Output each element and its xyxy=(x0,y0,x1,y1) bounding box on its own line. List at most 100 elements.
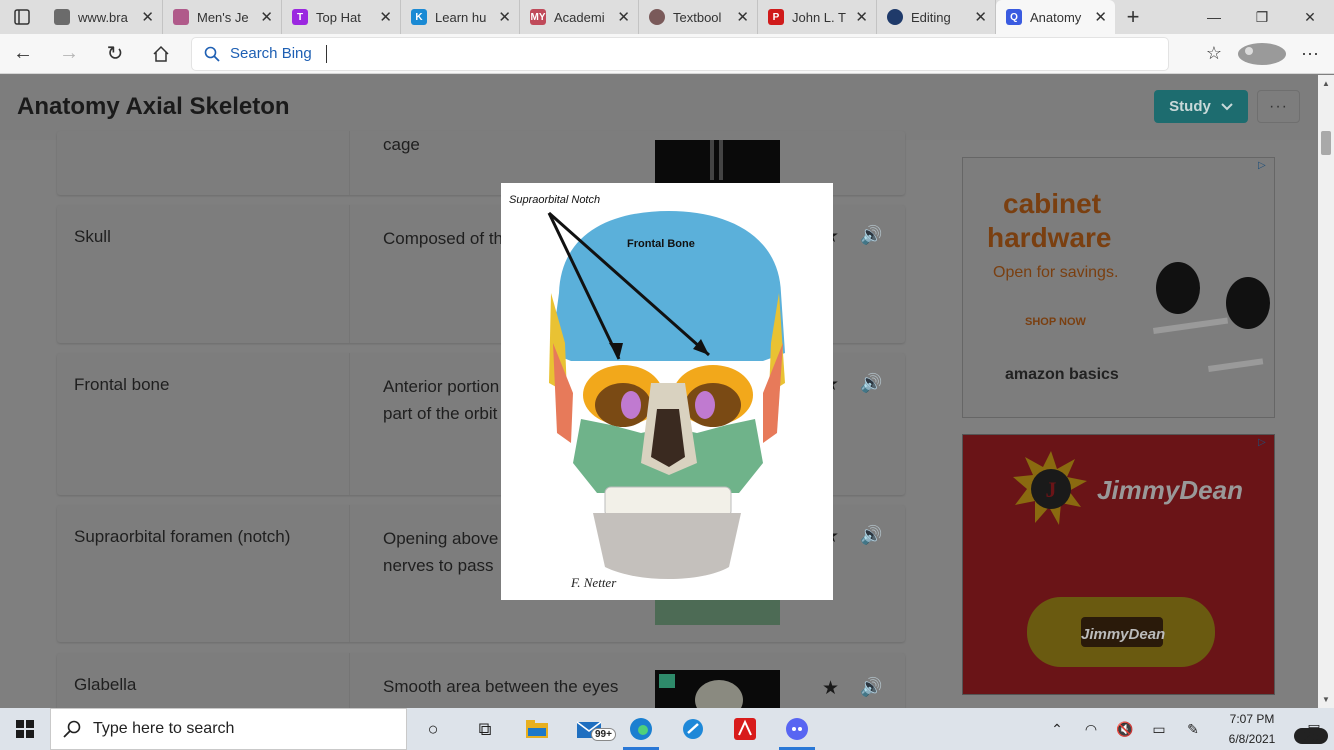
close-window-icon[interactable]: ✕ xyxy=(1286,0,1334,34)
ad-cta[interactable]: SHOP NOW xyxy=(1025,316,1086,328)
enlarged-image-modal[interactable]: Supraorbital Notch Frontal Bone F. Nette… xyxy=(501,183,833,600)
profile-button[interactable] xyxy=(1238,42,1286,65)
search-icon xyxy=(204,46,220,62)
product-label: JimmyDean xyxy=(1081,626,1166,643)
tab-1[interactable]: Men's Je ✕ xyxy=(163,0,282,34)
settings-more-icon[interactable]: ··· xyxy=(1286,43,1334,64)
editing-icon xyxy=(887,9,903,25)
notification-count: 25 xyxy=(1294,728,1328,744)
avatar xyxy=(1238,42,1286,65)
tab-4[interactable]: MY Academi ✕ xyxy=(520,0,639,34)
home-icon xyxy=(153,45,169,62)
card-divider xyxy=(349,205,350,343)
term-image[interactable] xyxy=(655,670,780,708)
close-icon[interactable]: ✕ xyxy=(498,8,511,26)
taskbar-search-input[interactable]: Type here to search xyxy=(50,708,407,750)
skull-anatomy-image: Supraorbital Notch Frontal Bone F. Nette… xyxy=(509,194,785,590)
tab-actions-button[interactable] xyxy=(0,0,44,34)
tab-strip: www.bra ✕ Men's Je ✕ T Top Hat ✕ K Learn… xyxy=(0,0,1334,34)
new-tab-button[interactable]: + xyxy=(1115,0,1151,34)
system-tray: ⌃ ◠ 🔇 ▭ ✎ 7:07 PM 6/8/2021 ▤ 25 xyxy=(1040,708,1334,750)
home-button[interactable] xyxy=(138,34,184,74)
page-scrollbar[interactable]: ▲ ▼ xyxy=(1318,75,1334,708)
app-button[interactable] xyxy=(667,708,719,750)
browser-toolbar-right: ☆ ··· xyxy=(1190,42,1334,65)
more-options-button[interactable]: ··· xyxy=(1257,90,1300,123)
term-definition: cage xyxy=(383,135,420,154)
close-icon[interactable]: ✕ xyxy=(260,8,273,26)
tab-7[interactable]: Editing ✕ xyxy=(877,0,996,34)
close-icon[interactable]: ✕ xyxy=(617,8,630,26)
close-icon[interactable]: ✕ xyxy=(974,8,987,26)
close-icon[interactable]: ✕ xyxy=(855,8,868,26)
clock[interactable]: 7:07 PM 6/8/2021 xyxy=(1210,709,1294,749)
tab-title: Men's Je xyxy=(197,9,249,25)
tab-5[interactable]: Textbool ✕ xyxy=(639,0,758,34)
refresh-button[interactable]: ↻ xyxy=(92,34,138,74)
mail-button[interactable]: 99+ xyxy=(563,708,616,750)
tab-6[interactable]: P John L. T ✕ xyxy=(758,0,877,34)
term-name: Frontal bone xyxy=(74,375,170,394)
audio-icon[interactable]: 🔊 xyxy=(860,677,882,698)
task-view-icon: ⧉ xyxy=(478,718,492,739)
term-name: Skull xyxy=(74,227,111,246)
tab-8[interactable]: Q Anatomy ✕ xyxy=(996,0,1115,34)
pen-icon[interactable]: ✎ xyxy=(1176,721,1210,738)
windows-taskbar: Type here to search ○ ⧉ 99+ ⌃ ◠ 🔇 ▭ ✎ 7:… xyxy=(0,708,1334,750)
tab-0[interactable]: www.bra ✕ xyxy=(44,0,163,34)
favorites-icon[interactable]: ☆ xyxy=(1190,43,1238,64)
chevron-up-icon[interactable]: ⌃ xyxy=(1040,721,1074,738)
study-label: Study xyxy=(1169,98,1211,115)
star-icon[interactable]: ★ xyxy=(822,677,839,700)
tab-title: Textbool xyxy=(673,9,722,25)
adchoices-icon[interactable]: ▷ xyxy=(1258,437,1270,449)
svg-text:J: J xyxy=(1046,477,1057,502)
ad-cabinet-hardware[interactable]: ▷ cabinet hardware Open for savings. SHO… xyxy=(962,157,1275,418)
battery-icon[interactable]: ▭ xyxy=(1142,721,1176,738)
blue-app-icon xyxy=(683,719,703,739)
chevron-down-icon xyxy=(1221,102,1233,110)
scroll-up-icon[interactable]: ▲ xyxy=(1322,79,1330,88)
minimize-icon[interactable]: — xyxy=(1190,0,1238,34)
study-button[interactable]: Study xyxy=(1154,90,1248,123)
ad-jimmy-dean[interactable]: ▷ J JimmyDean JimmyDean xyxy=(962,434,1275,695)
audio-icon[interactable]: 🔊 xyxy=(860,525,882,546)
start-button[interactable] xyxy=(0,708,50,750)
volume-muted-icon[interactable]: 🔇 xyxy=(1108,721,1142,738)
card-divider xyxy=(349,353,350,495)
tab-3[interactable]: K Learn hu ✕ xyxy=(401,0,520,34)
discord-button[interactable] xyxy=(771,708,823,750)
tab-title: www.bra xyxy=(78,9,128,25)
audio-icon[interactable]: 🔊 xyxy=(860,373,882,394)
action-center-button[interactable]: ▤ 25 xyxy=(1294,708,1334,750)
audio-icon[interactable]: 🔊 xyxy=(860,225,882,246)
scroll-down-icon[interactable]: ▼ xyxy=(1322,695,1330,704)
term-image[interactable] xyxy=(655,140,780,184)
page-title: Anatomy Axial Skeleton xyxy=(17,93,290,120)
acrobat-button[interactable] xyxy=(719,708,771,750)
scroll-thumb[interactable] xyxy=(1321,131,1331,155)
task-view-button[interactable]: ⧉ xyxy=(459,708,511,750)
close-icon[interactable]: ✕ xyxy=(379,8,392,26)
plus-icon: + xyxy=(1126,4,1140,29)
ad-brand: JimmyDean xyxy=(1097,475,1243,505)
pdf-icon: P xyxy=(768,9,784,25)
close-icon[interactable]: ✕ xyxy=(1094,8,1107,26)
close-icon[interactable]: ✕ xyxy=(736,8,749,26)
tab-2[interactable]: T Top Hat ✕ xyxy=(282,0,401,34)
discord-icon xyxy=(786,718,808,740)
restore-icon[interactable]: ❐ xyxy=(1238,0,1286,34)
windows-logo-icon xyxy=(16,720,34,738)
jimmy-dean-logo-icon: J xyxy=(1013,451,1087,525)
edge-button[interactable] xyxy=(615,708,667,750)
back-button[interactable]: ← xyxy=(0,34,46,74)
adchoices-icon[interactable]: ▷ xyxy=(1258,160,1270,172)
address-input[interactable]: Search Bing xyxy=(192,37,1168,70)
cortana-button[interactable]: ○ xyxy=(407,708,459,750)
file-explorer-button[interactable] xyxy=(511,708,563,750)
quizlet-icon: Q xyxy=(1006,9,1022,25)
tab-title: Academi xyxy=(554,9,605,25)
close-icon[interactable]: ✕ xyxy=(141,8,154,26)
wifi-icon[interactable]: ◠ xyxy=(1074,721,1108,738)
forward-button[interactable]: → xyxy=(46,34,92,74)
